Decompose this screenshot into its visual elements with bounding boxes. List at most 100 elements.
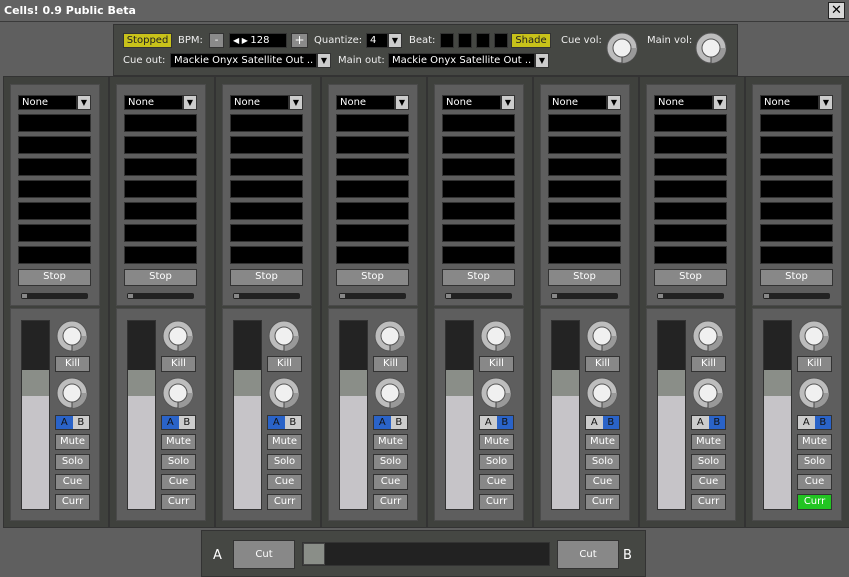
filter-knob[interactable]: [692, 377, 724, 409]
clip-slot[interactable]: [654, 114, 727, 132]
clip-slot[interactable]: [760, 224, 833, 242]
clip-slot[interactable]: [442, 158, 515, 176]
chevron-down-icon[interactable]: ▼: [317, 53, 331, 68]
volume-fader[interactable]: [763, 320, 792, 510]
chevron-down-icon[interactable]: ▼: [501, 95, 515, 110]
quantize-select[interactable]: 4: [366, 33, 388, 48]
clip-slot[interactable]: [760, 180, 833, 198]
solo-button[interactable]: Solo: [585, 454, 620, 470]
fader-handle[interactable]: [128, 370, 155, 396]
solo-button[interactable]: Solo: [797, 454, 832, 470]
kill-button[interactable]: Kill: [585, 356, 620, 372]
volume-fader[interactable]: [657, 320, 686, 510]
channel-source-select[interactable]: None: [336, 95, 395, 110]
kill-button[interactable]: Kill: [691, 356, 726, 372]
crossfader-slider[interactable]: [302, 542, 550, 566]
stop-button[interactable]: Stop: [18, 269, 91, 286]
kill-button[interactable]: Kill: [267, 356, 302, 372]
channel-source-select[interactable]: None: [548, 95, 607, 110]
assign-b-button[interactable]: B: [602, 416, 619, 429]
curr-button[interactable]: Curr: [797, 494, 832, 510]
clip-slot[interactable]: [336, 158, 409, 176]
channel-source-select[interactable]: None: [18, 95, 77, 110]
clip-slot[interactable]: [230, 158, 303, 176]
bpm-minus-button[interactable]: -: [209, 33, 224, 48]
chevron-down-icon[interactable]: ▼: [289, 95, 303, 110]
assign-b-button[interactable]: B: [814, 416, 831, 429]
volume-fader[interactable]: [21, 320, 50, 510]
clip-slot[interactable]: [18, 202, 91, 220]
mute-button[interactable]: Mute: [585, 434, 620, 450]
mute-button[interactable]: Mute: [797, 434, 832, 450]
kill-button[interactable]: Kill: [373, 356, 408, 372]
assign-b-button[interactable]: B: [72, 416, 89, 429]
clip-slot[interactable]: [760, 202, 833, 220]
assign-b-button[interactable]: B: [284, 416, 301, 429]
gain-knob[interactable]: [692, 320, 724, 352]
solo-button[interactable]: Solo: [161, 454, 196, 470]
curr-button[interactable]: Curr: [585, 494, 620, 510]
clip-slot[interactable]: [124, 136, 197, 154]
curr-button[interactable]: Curr: [55, 494, 90, 510]
main-volume-knob[interactable]: [695, 32, 727, 64]
clip-slot[interactable]: [18, 246, 91, 264]
filter-knob[interactable]: [480, 377, 512, 409]
curr-button[interactable]: Curr: [479, 494, 514, 510]
fader-handle[interactable]: [764, 370, 791, 396]
clip-slot[interactable]: [654, 158, 727, 176]
clip-slot[interactable]: [442, 246, 515, 264]
channel-source-select[interactable]: None: [654, 95, 713, 110]
clip-slot[interactable]: [548, 114, 621, 132]
clip-slot[interactable]: [230, 180, 303, 198]
cue-button[interactable]: Cue: [691, 474, 726, 490]
cue-button[interactable]: Cue: [267, 474, 302, 490]
clip-slot[interactable]: [124, 246, 197, 264]
kill-button[interactable]: Kill: [55, 356, 90, 372]
kill-button[interactable]: Kill: [479, 356, 514, 372]
clip-slot[interactable]: [760, 114, 833, 132]
clip-slot[interactable]: [548, 202, 621, 220]
assign-a-button[interactable]: A: [692, 416, 709, 429]
clip-slot[interactable]: [124, 180, 197, 198]
clip-slot[interactable]: [548, 246, 621, 264]
clip-slot[interactable]: [548, 136, 621, 154]
clip-slot[interactable]: [760, 246, 833, 264]
cue-out-select[interactable]: Mackie Onyx Satellite Out ..: [170, 53, 317, 68]
solo-button[interactable]: Solo: [691, 454, 726, 470]
assign-b-button[interactable]: B: [496, 416, 513, 429]
clip-slot[interactable]: [442, 224, 515, 242]
filter-knob[interactable]: [586, 377, 618, 409]
kill-button[interactable]: Kill: [797, 356, 832, 372]
assign-b-button[interactable]: B: [178, 416, 195, 429]
cue-button[interactable]: Cue: [585, 474, 620, 490]
stop-button[interactable]: Stop: [654, 269, 727, 286]
fader-handle[interactable]: [658, 370, 685, 396]
fader-handle[interactable]: [552, 370, 579, 396]
clip-slot[interactable]: [548, 158, 621, 176]
clip-slot[interactable]: [442, 180, 515, 198]
chevron-down-icon[interactable]: ▼: [77, 95, 91, 110]
clip-slot[interactable]: [654, 136, 727, 154]
assign-a-button[interactable]: A: [480, 416, 497, 429]
volume-fader[interactable]: [445, 320, 474, 510]
clip-slot[interactable]: [442, 202, 515, 220]
mute-button[interactable]: Mute: [479, 434, 514, 450]
clip-slot[interactable]: [336, 114, 409, 132]
chevron-down-icon[interactable]: ▼: [535, 53, 549, 68]
filter-knob[interactable]: [798, 377, 830, 409]
clip-slot[interactable]: [230, 202, 303, 220]
clip-slot[interactable]: [18, 224, 91, 242]
clip-slot[interactable]: [548, 180, 621, 198]
assign-b-button[interactable]: B: [708, 416, 725, 429]
stop-button[interactable]: Stop: [548, 269, 621, 286]
gain-knob[interactable]: [480, 320, 512, 352]
close-icon[interactable]: ✕: [828, 2, 845, 19]
gain-knob[interactable]: [162, 320, 194, 352]
clip-slot[interactable]: [654, 224, 727, 242]
chevron-down-icon[interactable]: ▼: [607, 95, 621, 110]
clip-slot[interactable]: [230, 136, 303, 154]
crossfader-handle[interactable]: [303, 543, 325, 565]
clip-slot[interactable]: [336, 246, 409, 264]
mute-button[interactable]: Mute: [691, 434, 726, 450]
clip-slot[interactable]: [18, 180, 91, 198]
